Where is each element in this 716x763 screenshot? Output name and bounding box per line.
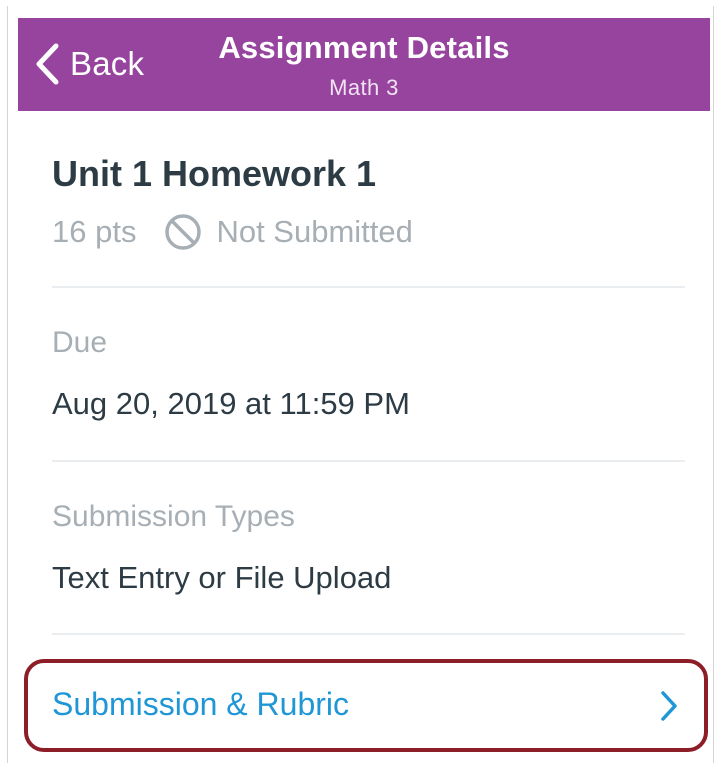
not-submitted-icon (164, 213, 202, 251)
submission-types-label: Submission Types (52, 500, 295, 533)
highlight-outline (24, 659, 708, 752)
submission-types-value: Text Entry or File Upload (52, 560, 392, 595)
course-subtitle: Math 3 (329, 75, 399, 100)
divider (52, 460, 685, 462)
due-label: Due (52, 326, 108, 359)
divider (52, 633, 685, 635)
submission-status: Not Submitted (216, 214, 413, 249)
nav-header: Back Assignment Details Math 3 (18, 18, 710, 111)
assignment-title: Unit 1 Homework 1 (52, 153, 377, 194)
due-date: Aug 20, 2019 at 11:59 PM (52, 386, 410, 421)
page-title: Assignment Details (218, 30, 510, 65)
points-label: 16 pts (52, 214, 137, 249)
phone-frame (7, 6, 714, 763)
assignment-meta: 16 pts Not Submitted (52, 212, 413, 252)
divider (52, 286, 685, 288)
